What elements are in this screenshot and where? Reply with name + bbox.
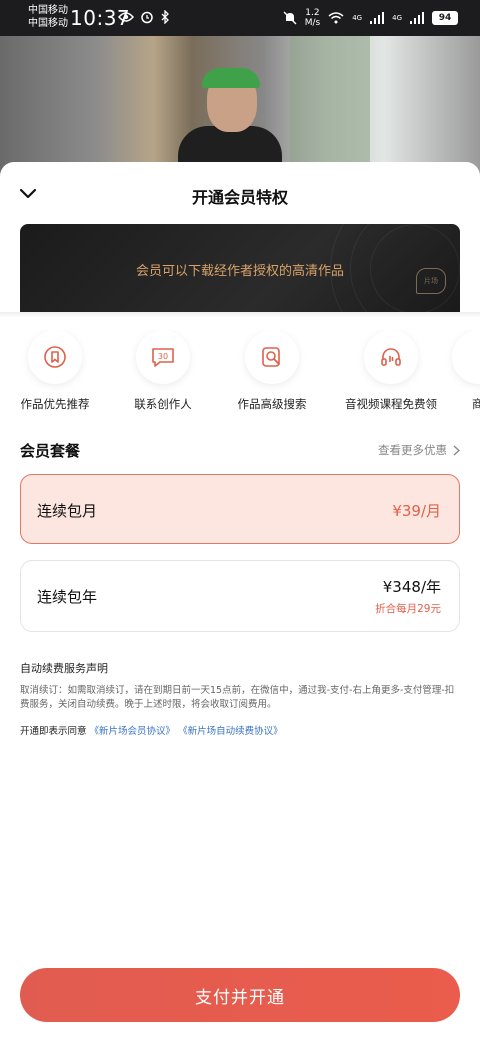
more-offers-label: 查看更多优惠 [378, 443, 447, 457]
signal-2-label: 4G [392, 14, 402, 22]
more-offers-link[interactable]: 查看更多优惠 [378, 442, 460, 458]
plan-price: ¥39/月 [392, 502, 441, 520]
feature-label: 联系创作人 [134, 397, 192, 411]
feature-item[interactable]: 商 [452, 330, 480, 412]
auto-renew-body: 取消续订：如需取消续订，请在到期日前一天15点前，在微信中，通过我-支付-右上角… [20, 685, 455, 710]
feature-icon-circle [245, 330, 299, 384]
status-icons-right: 1.2 M/s 4G 4G 94 [283, 8, 458, 28]
plan-monthly-equivalent: 折合每月29元 [375, 603, 441, 615]
membership-sheet: 开通会员特权 会员可以下载经作者授权的高清作品 片场 作品优先推荐 30 联系创… [0, 162, 480, 1040]
mute-icon [283, 11, 297, 25]
feature-label: 商 [472, 397, 480, 411]
sheet-title: 开通会员特权 [191, 188, 288, 207]
bookmark-icon [44, 346, 66, 368]
carrier-1: 中国移动 [28, 5, 68, 16]
auto-renew-title: 自动续费服务声明 [20, 662, 108, 675]
plans-section-title: 会员套餐 [20, 442, 81, 460]
plan-name: 连续包月 [37, 502, 98, 520]
background-tree [290, 36, 370, 176]
agreement-line: 开通即表示同意 《新片场会员协议》 《新片场自动续费协议》 [20, 723, 283, 737]
feature-label: 作品高级搜索 [237, 397, 307, 411]
plan-price: ¥348/年 [382, 578, 441, 596]
headphones-icon [381, 348, 401, 366]
agreement-prefix: 开通即表示同意 [20, 726, 87, 737]
plan-card-monthly[interactable]: 连续包月 ¥39/月 [20, 474, 460, 544]
feature-item[interactable]: 音视频课程免费领 [336, 330, 446, 412]
plan-card-yearly[interactable]: 连续包年 ¥348/年 折合每月29元 [20, 560, 460, 632]
bluetooth-icon [161, 10, 169, 24]
feature-item[interactable]: 30 联系创作人 [108, 330, 218, 412]
signal-1-icon [370, 12, 385, 24]
status-icons-left [118, 10, 170, 24]
signal-1-label: 4G [352, 14, 363, 22]
signal-2-icon [410, 12, 424, 24]
feature-label: 作品优先推荐 [20, 397, 90, 411]
battery-icon: 94 [432, 11, 458, 25]
feature-item[interactable]: 作品高级搜索 [217, 330, 327, 412]
pay-and-activate-button[interactable]: 支付并开通 [20, 968, 460, 1022]
sheet-header: 开通会员特权 [0, 180, 480, 208]
banner-text: 会员可以下载经作者授权的高清作品 [135, 264, 344, 279]
carrier-labels: 中国移动 中国移动 [28, 4, 68, 30]
feature-list: 作品优先推荐 30 联系创作人 作品高级搜索 音视频课程免费领 商 [0, 330, 480, 420]
carrier-2: 中国移动 [28, 18, 68, 29]
auto-renew-agreement-link[interactable]: 《新片场自动续费协议》 [178, 726, 283, 737]
video-background [0, 36, 480, 176]
feature-item[interactable]: 作品优先推荐 [0, 330, 110, 412]
feature-icon-circle [452, 330, 480, 384]
chevron-right-icon [453, 444, 460, 456]
svg-text:30: 30 [158, 352, 168, 361]
banner-fade [0, 312, 480, 318]
search-doc-icon [262, 347, 280, 367]
eye-icon [118, 12, 134, 22]
feature-label: 音视频课程免费领 [345, 397, 437, 411]
brand-logo: 片场 [416, 268, 446, 294]
status-bar: 中国移动 中国移动 10:37 1.2 M/s 4G 4G 94 [0, 0, 480, 36]
benefit-banner: 会员可以下载经作者授权的高清作品 片场 [20, 224, 460, 312]
feature-icon-circle [364, 330, 418, 384]
chat-30-icon: 30 [152, 348, 174, 367]
alarm-icon [141, 11, 153, 24]
feature-icon-circle: 30 [136, 330, 190, 384]
wifi-icon [328, 12, 344, 24]
membership-agreement-link[interactable]: 《新片场会员协议》 [90, 726, 176, 737]
person-cap [202, 68, 260, 88]
plan-name: 连续包年 [37, 588, 98, 606]
feature-icon-circle [28, 330, 82, 384]
net-speed: 1.2 M/s [304, 8, 321, 28]
